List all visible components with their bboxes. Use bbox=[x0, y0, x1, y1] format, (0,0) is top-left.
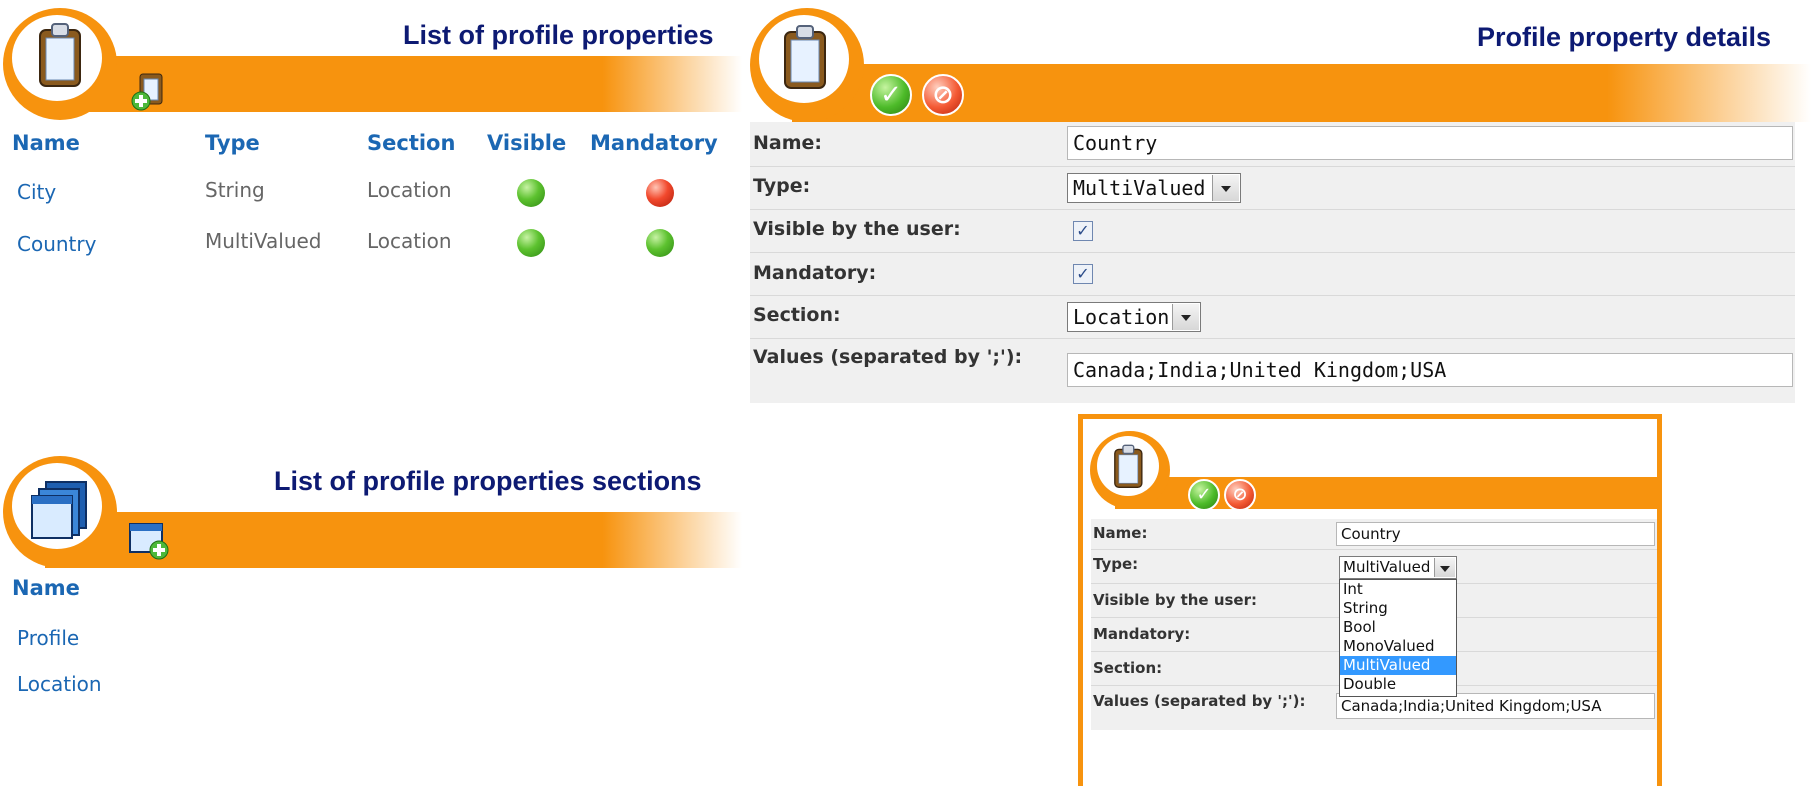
cancel-button[interactable]: ⊘ bbox=[922, 74, 964, 116]
cancel-icon: ⊘ bbox=[1232, 484, 1248, 505]
column-header-section: Section bbox=[367, 131, 456, 155]
form-row-name: Name: Country bbox=[750, 122, 1795, 166]
mandatory-label: Mandatory: bbox=[753, 262, 877, 284]
form-row-name: Name: Country bbox=[1091, 519, 1657, 549]
visible-label: Visible by the user: bbox=[753, 218, 961, 240]
page-title: Profile property details bbox=[1477, 22, 1772, 52]
property-type: MultiValued bbox=[205, 229, 322, 253]
add-section-icon[interactable] bbox=[128, 520, 172, 562]
check-icon: ✓ bbox=[1196, 484, 1212, 505]
page-title: List of profile properties bbox=[403, 20, 714, 50]
name-field[interactable]: Country bbox=[1336, 522, 1655, 546]
property-section: Location bbox=[367, 229, 452, 253]
section-link[interactable]: Location bbox=[17, 672, 102, 696]
mandatory-no-icon bbox=[646, 179, 674, 207]
windows-icon bbox=[31, 481, 87, 539]
clipboard-icon bbox=[784, 25, 826, 89]
section-link[interactable]: Profile bbox=[17, 626, 79, 650]
chevron-down-icon[interactable] bbox=[1434, 558, 1455, 577]
visible-yes-icon bbox=[517, 179, 545, 207]
type-select[interactable]: MultiValued bbox=[1339, 556, 1457, 579]
option-string[interactable]: String bbox=[1340, 599, 1456, 618]
name-label: Name: bbox=[753, 132, 823, 154]
chevron-down-icon[interactable] bbox=[1172, 304, 1199, 330]
section-select[interactable]: Location bbox=[1067, 302, 1201, 332]
property-link[interactable]: City bbox=[17, 180, 56, 204]
property-type: String bbox=[205, 178, 265, 202]
column-header-name: Name bbox=[12, 576, 80, 600]
values-label: Values (separated by ';'): bbox=[753, 346, 1023, 368]
values-label: Values (separated by ';'): bbox=[1093, 692, 1306, 710]
property-link[interactable]: Country bbox=[17, 232, 96, 256]
chevron-down-icon[interactable] bbox=[1212, 175, 1239, 201]
values-field[interactable]: Canada;India;United Kingdom;USA bbox=[1067, 353, 1793, 387]
option-monovalued[interactable]: MonoValued bbox=[1340, 637, 1456, 656]
type-select[interactable]: MultiValued bbox=[1067, 173, 1241, 203]
column-header-visible: Visible bbox=[487, 131, 567, 155]
column-header-name: Name bbox=[12, 131, 80, 155]
section-select-value: Location bbox=[1073, 305, 1170, 329]
mandatory-label: Mandatory: bbox=[1093, 625, 1191, 643]
mandatory-checkbox[interactable]: ✓ bbox=[1073, 264, 1093, 284]
form-row-section: Section: Location bbox=[750, 295, 1795, 339]
type-select-value: MultiValued bbox=[1073, 176, 1206, 200]
type-options-list[interactable]: Int String Bool MonoValued MultiValued D… bbox=[1339, 579, 1457, 697]
form-row-visible: Visible by the user: ✓ bbox=[750, 209, 1795, 253]
name-field[interactable]: Country bbox=[1067, 126, 1793, 160]
add-property-icon[interactable] bbox=[130, 70, 170, 112]
name-label: Name: bbox=[1093, 524, 1148, 542]
type-label: Type: bbox=[1093, 555, 1139, 573]
visible-label: Visible by the user: bbox=[1093, 591, 1257, 609]
check-icon: ✓ bbox=[880, 80, 902, 110]
visible-checkbox[interactable]: ✓ bbox=[1073, 221, 1093, 241]
type-label: Type: bbox=[753, 175, 811, 197]
clipboard-icon bbox=[39, 23, 81, 87]
type-select-value: MultiValued bbox=[1343, 558, 1431, 576]
option-double[interactable]: Double bbox=[1340, 675, 1456, 694]
visible-yes-icon bbox=[517, 229, 545, 257]
section-label: Section: bbox=[1093, 659, 1163, 677]
form-row-type: Type: MultiValued bbox=[750, 166, 1795, 210]
section-label: Section: bbox=[753, 304, 841, 326]
page-title: List of profile properties sections bbox=[274, 466, 702, 496]
cancel-button[interactable]: ⊘ bbox=[1224, 479, 1256, 511]
option-bool[interactable]: Bool bbox=[1340, 618, 1456, 637]
column-header-mandatory: Mandatory bbox=[590, 131, 718, 155]
option-multivalued[interactable]: MultiValued bbox=[1340, 656, 1456, 675]
save-button[interactable]: ✓ bbox=[870, 74, 912, 116]
form-row-mandatory: Mandatory: ✓ bbox=[750, 252, 1795, 296]
inset-dialog: ✓ ⊘ Name: Country Type: MultiValued Visi… bbox=[1078, 414, 1662, 786]
clipboard-icon bbox=[1114, 444, 1143, 488]
column-header-type: Type bbox=[205, 131, 260, 155]
form-row-values: Values (separated by ';'): Canada;India;… bbox=[750, 338, 1795, 403]
mandatory-yes-icon bbox=[646, 229, 674, 257]
property-section: Location bbox=[367, 178, 452, 202]
save-button[interactable]: ✓ bbox=[1188, 479, 1220, 511]
cancel-icon: ⊘ bbox=[932, 80, 954, 110]
option-int[interactable]: Int bbox=[1340, 580, 1456, 599]
